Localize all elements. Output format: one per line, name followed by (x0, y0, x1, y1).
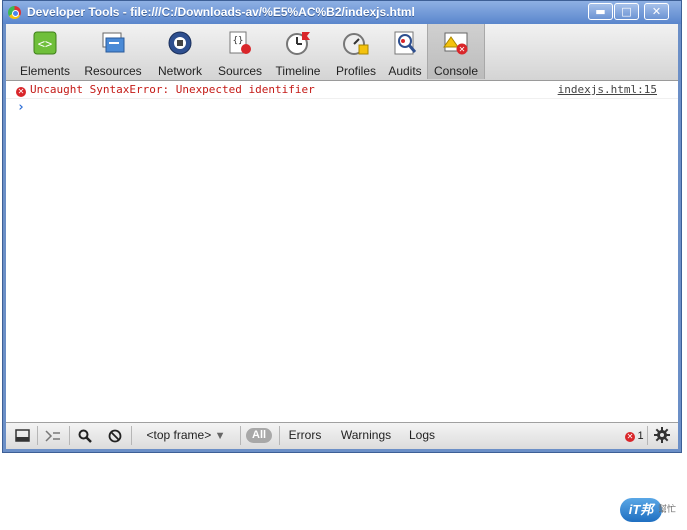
divider (37, 426, 38, 445)
svg-text:<>: <> (38, 37, 52, 51)
audits-icon (394, 31, 417, 55)
filter-logs[interactable]: Logs (406, 423, 438, 448)
chrome-icon (8, 6, 21, 19)
search-icon (78, 429, 92, 443)
divider (647, 426, 648, 445)
watermark-badge: iT邦 (620, 498, 662, 522)
console-prompt-icon[interactable]: › (17, 100, 25, 115)
tab-label: Timeline (275, 64, 321, 78)
ithelp-watermark: iT邦 幫忙 (618, 492, 684, 524)
dropdown-arrow-icon: ▼ (214, 430, 226, 442)
timeline-icon (286, 32, 310, 55)
network-icon (168, 31, 192, 55)
minimize-button[interactable]: ▬ (588, 3, 613, 20)
maximize-button[interactable]: □ (614, 3, 639, 20)
devtools-window: Developer Tools - file:///C:/Downloads-a… (2, 0, 682, 453)
divider (69, 426, 70, 445)
svg-text:✕: ✕ (459, 45, 466, 54)
divider (131, 426, 132, 445)
tab-label: Audits (388, 64, 422, 78)
frame-select[interactable]: <top frame> ▼ (134, 423, 238, 448)
error-message: Uncaught SyntaxError: Unexpected identif… (30, 83, 315, 96)
tab-label: Network (157, 64, 202, 78)
tab-console[interactable]: ✕ Console (427, 24, 485, 79)
tab-label: Elements (19, 64, 71, 78)
tab-timeline[interactable]: Timeline (270, 24, 326, 79)
tab-sources[interactable]: {} Sources (212, 24, 268, 79)
divider (240, 426, 241, 445)
tab-audits[interactable]: Audits (384, 24, 426, 79)
svg-text:{}: {} (233, 36, 244, 46)
elements-icon: <> (33, 31, 57, 55)
tab-profiles[interactable]: Profiles (330, 24, 382, 79)
window-title: Developer Tools - file:///C:/Downloads-a… (27, 5, 415, 19)
clear-icon (108, 429, 122, 443)
tab-network[interactable]: Network (152, 24, 208, 79)
show-console-button[interactable] (40, 423, 66, 448)
profiles-icon (343, 33, 369, 55)
tab-label: Console (433, 64, 479, 78)
filter-all[interactable]: All (246, 428, 273, 443)
tab-elements[interactable]: <> Elements (14, 24, 76, 79)
title-bar[interactable]: Developer Tools - file:///C:/Downloads-a… (3, 1, 681, 24)
devtools-content: <> Elements Resources Network {} Sources… (6, 24, 678, 449)
panel-toolbar: <> Elements Resources Network {} Sources… (6, 24, 678, 81)
status-bar: <top frame> ▼ All Errors Warnings Logs ✕… (6, 422, 678, 449)
close-button[interactable]: ✕ (644, 3, 669, 20)
filter-warnings[interactable]: Warnings (336, 423, 396, 448)
search-button[interactable] (72, 423, 98, 448)
source-link[interactable]: indexjs.html:15 (558, 83, 657, 96)
watermark-sub: 幫忙 (658, 505, 677, 515)
filter-errors[interactable]: Errors (284, 423, 326, 448)
settings-button[interactable] (650, 423, 674, 448)
tab-label: Resources (84, 64, 142, 78)
console-message-error: ✕ Uncaught SyntaxError: Unexpected ident… (6, 81, 678, 99)
resources-icon (102, 32, 125, 53)
dock-icon (15, 429, 30, 442)
tab-label: Profiles (335, 64, 376, 78)
clear-console-button[interactable] (102, 423, 128, 448)
divider (279, 426, 280, 445)
gear-icon (654, 427, 670, 443)
error-count[interactable]: 1 (636, 423, 645, 448)
error-count-icon[interactable]: ✕ (625, 432, 635, 442)
frame-select-value: <top frame> (146, 428, 212, 442)
console-output[interactable]: ✕ Uncaught SyntaxError: Unexpected ident… (6, 81, 678, 423)
console-icon: ✕ (443, 32, 468, 55)
console-drawer-icon (45, 430, 60, 442)
tab-label: Sources (217, 64, 263, 78)
sources-icon: {} (229, 31, 251, 54)
error-icon: ✕ (16, 87, 26, 97)
dock-toggle-button[interactable] (10, 423, 36, 448)
tab-resources[interactable]: Resources (80, 24, 146, 79)
